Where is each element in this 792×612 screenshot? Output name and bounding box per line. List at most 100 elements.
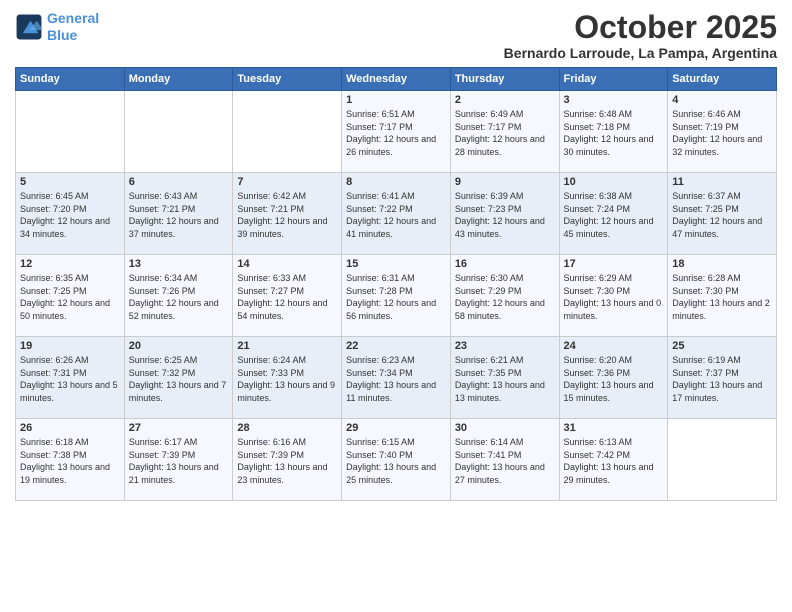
week-row-2: 12 Sunrise: 6:35 AM Sunset: 7:25 PM Dayl… bbox=[16, 255, 777, 337]
cell-content: Sunrise: 6:19 AM Sunset: 7:37 PM Dayligh… bbox=[672, 354, 772, 404]
calendar-cell: 25 Sunrise: 6:19 AM Sunset: 7:37 PM Dayl… bbox=[668, 337, 777, 419]
cell-content: Sunrise: 6:49 AM Sunset: 7:17 PM Dayligh… bbox=[455, 108, 555, 158]
calendar-cell: 6 Sunrise: 6:43 AM Sunset: 7:21 PM Dayli… bbox=[124, 173, 233, 255]
calendar-cell: 16 Sunrise: 6:30 AM Sunset: 7:29 PM Dayl… bbox=[450, 255, 559, 337]
calendar-cell: 1 Sunrise: 6:51 AM Sunset: 7:17 PM Dayli… bbox=[342, 91, 451, 173]
day-number: 23 bbox=[455, 340, 555, 352]
calendar-cell bbox=[16, 91, 125, 173]
cell-content: Sunrise: 6:14 AM Sunset: 7:41 PM Dayligh… bbox=[455, 436, 555, 486]
cell-content: Sunrise: 6:51 AM Sunset: 7:17 PM Dayligh… bbox=[346, 108, 446, 158]
day-number: 20 bbox=[129, 340, 229, 352]
day-number: 16 bbox=[455, 258, 555, 270]
month-title: October 2025 bbox=[504, 10, 777, 45]
calendar-cell: 9 Sunrise: 6:39 AM Sunset: 7:23 PM Dayli… bbox=[450, 173, 559, 255]
day-number: 11 bbox=[672, 176, 772, 188]
day-number: 30 bbox=[455, 422, 555, 434]
logo-icon bbox=[15, 13, 43, 41]
cell-content: Sunrise: 6:20 AM Sunset: 7:36 PM Dayligh… bbox=[564, 354, 664, 404]
calendar-cell: 10 Sunrise: 6:38 AM Sunset: 7:24 PM Dayl… bbox=[559, 173, 668, 255]
header: General Blue October 2025 Bernardo Larro… bbox=[15, 10, 777, 61]
calendar-cell: 23 Sunrise: 6:21 AM Sunset: 7:35 PM Dayl… bbox=[450, 337, 559, 419]
cell-content: Sunrise: 6:39 AM Sunset: 7:23 PM Dayligh… bbox=[455, 190, 555, 240]
day-number: 7 bbox=[237, 176, 337, 188]
calendar-cell: 13 Sunrise: 6:34 AM Sunset: 7:26 PM Dayl… bbox=[124, 255, 233, 337]
calendar-cell: 11 Sunrise: 6:37 AM Sunset: 7:25 PM Dayl… bbox=[668, 173, 777, 255]
day-number: 1 bbox=[346, 94, 446, 106]
calendar-cell: 26 Sunrise: 6:18 AM Sunset: 7:38 PM Dayl… bbox=[16, 419, 125, 501]
calendar-cell: 7 Sunrise: 6:42 AM Sunset: 7:21 PM Dayli… bbox=[233, 173, 342, 255]
calendar-cell: 12 Sunrise: 6:35 AM Sunset: 7:25 PM Dayl… bbox=[16, 255, 125, 337]
day-number: 5 bbox=[20, 176, 120, 188]
cell-content: Sunrise: 6:38 AM Sunset: 7:24 PM Dayligh… bbox=[564, 190, 664, 240]
cell-content: Sunrise: 6:13 AM Sunset: 7:42 PM Dayligh… bbox=[564, 436, 664, 486]
cell-content: Sunrise: 6:23 AM Sunset: 7:34 PM Dayligh… bbox=[346, 354, 446, 404]
week-row-0: 1 Sunrise: 6:51 AM Sunset: 7:17 PM Dayli… bbox=[16, 91, 777, 173]
location: Bernardo Larroude, La Pampa, Argentina bbox=[504, 45, 777, 61]
cell-content: Sunrise: 6:21 AM Sunset: 7:35 PM Dayligh… bbox=[455, 354, 555, 404]
cell-content: Sunrise: 6:45 AM Sunset: 7:20 PM Dayligh… bbox=[20, 190, 120, 240]
cell-content: Sunrise: 6:46 AM Sunset: 7:19 PM Dayligh… bbox=[672, 108, 772, 158]
cell-content: Sunrise: 6:26 AM Sunset: 7:31 PM Dayligh… bbox=[20, 354, 120, 404]
page: General Blue October 2025 Bernardo Larro… bbox=[0, 0, 792, 612]
day-number: 3 bbox=[564, 94, 664, 106]
calendar-cell: 31 Sunrise: 6:13 AM Sunset: 7:42 PM Dayl… bbox=[559, 419, 668, 501]
calendar-cell: 30 Sunrise: 6:14 AM Sunset: 7:41 PM Dayl… bbox=[450, 419, 559, 501]
cell-content: Sunrise: 6:17 AM Sunset: 7:39 PM Dayligh… bbox=[129, 436, 229, 486]
calendar-cell: 29 Sunrise: 6:15 AM Sunset: 7:40 PM Dayl… bbox=[342, 419, 451, 501]
day-number: 12 bbox=[20, 258, 120, 270]
day-header-row: SundayMondayTuesdayWednesdayThursdayFrid… bbox=[16, 68, 777, 91]
logo-line2: Blue bbox=[47, 27, 77, 43]
cell-content: Sunrise: 6:16 AM Sunset: 7:39 PM Dayligh… bbox=[237, 436, 337, 486]
day-number: 19 bbox=[20, 340, 120, 352]
day-number: 2 bbox=[455, 94, 555, 106]
calendar-cell: 8 Sunrise: 6:41 AM Sunset: 7:22 PM Dayli… bbox=[342, 173, 451, 255]
calendar-cell bbox=[124, 91, 233, 173]
day-number: 13 bbox=[129, 258, 229, 270]
calendar-cell: 17 Sunrise: 6:29 AM Sunset: 7:30 PM Dayl… bbox=[559, 255, 668, 337]
cell-content: Sunrise: 6:29 AM Sunset: 7:30 PM Dayligh… bbox=[564, 272, 664, 322]
cell-content: Sunrise: 6:15 AM Sunset: 7:40 PM Dayligh… bbox=[346, 436, 446, 486]
day-header-sunday: Sunday bbox=[16, 68, 125, 91]
cell-content: Sunrise: 6:30 AM Sunset: 7:29 PM Dayligh… bbox=[455, 272, 555, 322]
day-header-friday: Friday bbox=[559, 68, 668, 91]
cell-content: Sunrise: 6:18 AM Sunset: 7:38 PM Dayligh… bbox=[20, 436, 120, 486]
cell-content: Sunrise: 6:24 AM Sunset: 7:33 PM Dayligh… bbox=[237, 354, 337, 404]
day-number: 8 bbox=[346, 176, 446, 188]
logo-line1: General bbox=[47, 10, 99, 26]
day-header-thursday: Thursday bbox=[450, 68, 559, 91]
day-number: 14 bbox=[237, 258, 337, 270]
calendar-cell: 3 Sunrise: 6:48 AM Sunset: 7:18 PM Dayli… bbox=[559, 91, 668, 173]
day-number: 17 bbox=[564, 258, 664, 270]
calendar-cell: 27 Sunrise: 6:17 AM Sunset: 7:39 PM Dayl… bbox=[124, 419, 233, 501]
calendar-cell: 19 Sunrise: 6:26 AM Sunset: 7:31 PM Dayl… bbox=[16, 337, 125, 419]
day-header-saturday: Saturday bbox=[668, 68, 777, 91]
day-header-monday: Monday bbox=[124, 68, 233, 91]
day-number: 25 bbox=[672, 340, 772, 352]
cell-content: Sunrise: 6:48 AM Sunset: 7:18 PM Dayligh… bbox=[564, 108, 664, 158]
calendar-cell: 15 Sunrise: 6:31 AM Sunset: 7:28 PM Dayl… bbox=[342, 255, 451, 337]
cell-content: Sunrise: 6:28 AM Sunset: 7:30 PM Dayligh… bbox=[672, 272, 772, 322]
cell-content: Sunrise: 6:34 AM Sunset: 7:26 PM Dayligh… bbox=[129, 272, 229, 322]
calendar-table: SundayMondayTuesdayWednesdayThursdayFrid… bbox=[15, 67, 777, 501]
week-row-3: 19 Sunrise: 6:26 AM Sunset: 7:31 PM Dayl… bbox=[16, 337, 777, 419]
calendar-cell: 21 Sunrise: 6:24 AM Sunset: 7:33 PM Dayl… bbox=[233, 337, 342, 419]
day-number: 31 bbox=[564, 422, 664, 434]
day-header-wednesday: Wednesday bbox=[342, 68, 451, 91]
cell-content: Sunrise: 6:35 AM Sunset: 7:25 PM Dayligh… bbox=[20, 272, 120, 322]
title-block: October 2025 Bernardo Larroude, La Pampa… bbox=[504, 10, 777, 61]
logo: General Blue bbox=[15, 10, 99, 44]
calendar-cell: 14 Sunrise: 6:33 AM Sunset: 7:27 PM Dayl… bbox=[233, 255, 342, 337]
day-number: 18 bbox=[672, 258, 772, 270]
day-number: 22 bbox=[346, 340, 446, 352]
calendar-cell bbox=[233, 91, 342, 173]
calendar-cell: 24 Sunrise: 6:20 AM Sunset: 7:36 PM Dayl… bbox=[559, 337, 668, 419]
calendar-cell: 22 Sunrise: 6:23 AM Sunset: 7:34 PM Dayl… bbox=[342, 337, 451, 419]
cell-content: Sunrise: 6:33 AM Sunset: 7:27 PM Dayligh… bbox=[237, 272, 337, 322]
cell-content: Sunrise: 6:31 AM Sunset: 7:28 PM Dayligh… bbox=[346, 272, 446, 322]
day-number: 9 bbox=[455, 176, 555, 188]
day-header-tuesday: Tuesday bbox=[233, 68, 342, 91]
calendar-cell: 2 Sunrise: 6:49 AM Sunset: 7:17 PM Dayli… bbox=[450, 91, 559, 173]
day-number: 26 bbox=[20, 422, 120, 434]
day-number: 24 bbox=[564, 340, 664, 352]
cell-content: Sunrise: 6:25 AM Sunset: 7:32 PM Dayligh… bbox=[129, 354, 229, 404]
